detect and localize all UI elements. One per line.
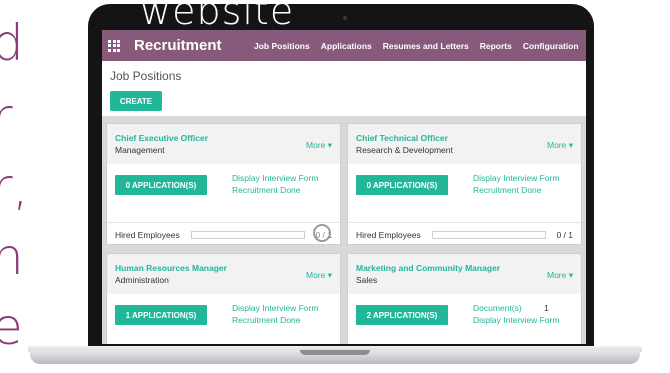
recruitment-done-link[interactable]: Recruitment Done [473, 185, 542, 195]
department: Sales [356, 275, 378, 285]
main-menu: Job Positions Applications Resumes and L… [254, 30, 586, 61]
job-title[interactable]: Human Resources Manager [115, 263, 227, 273]
job-card: Chief Executive Officer Management More … [106, 123, 341, 245]
more-dropdown[interactable]: More ▾ [547, 140, 573, 151]
department: Management [115, 145, 165, 155]
menu-item-reports[interactable]: Reports [480, 41, 512, 51]
recruitment-done-link[interactable]: Recruitment Done [232, 315, 301, 325]
top-navbar: Recruitment Job Positions Applications R… [102, 30, 586, 61]
job-title[interactable]: Chief Executive Officer [115, 133, 208, 143]
side-text-line-4: n [0, 228, 24, 286]
department: Administration [115, 275, 169, 285]
job-title[interactable]: Chief Technical Officer [356, 133, 448, 143]
kanban-view: Chief Executive Officer Management More … [102, 117, 586, 344]
more-dropdown[interactable]: More ▾ [547, 270, 573, 281]
menu-item-applications[interactable]: Applications [321, 41, 372, 51]
control-panel: Job Positions CREATE [102, 61, 586, 117]
display-interview-form-link[interactable]: Display Interview Form [473, 173, 559, 183]
display-interview-form-link[interactable]: Display Interview Form [232, 173, 318, 183]
applications-button[interactable]: 0 APPLICATION(S) [115, 175, 207, 195]
card-header: Marketing and Community Manager Sales Mo… [348, 254, 581, 294]
overlay-heading: website [140, 0, 295, 33]
app-title: Recruitment [134, 37, 222, 54]
side-text-line-1: d [0, 14, 24, 72]
display-interview-form-link[interactable]: Display Interview Form [473, 315, 559, 325]
menu-item-resumes-and-letters[interactable]: Resumes and Letters [383, 41, 469, 51]
menu-item-job-positions[interactable]: Job Positions [254, 41, 310, 51]
card-header: Chief Executive Officer Management More … [107, 124, 340, 164]
hired-progress-bar [191, 231, 305, 239]
applications-button[interactable]: 2 APPLICATION(S) [356, 305, 448, 325]
breadcrumb: Job Positions [110, 69, 182, 83]
hired-employees-label: Hired Employees [356, 230, 421, 240]
job-title[interactable]: Marketing and Community Manager [356, 263, 500, 273]
display-interview-form-link[interactable]: Display Interview Form [232, 303, 318, 313]
documents-count: 1 [544, 303, 549, 313]
side-text-line-5: e [0, 298, 23, 356]
create-button[interactable]: CREATE [110, 91, 162, 111]
laptop-notch [300, 350, 370, 355]
grid-icon[interactable] [108, 39, 120, 52]
hired-employees-row: Hired Employees 0 / 1 [348, 222, 581, 244]
card-header: Human Resources Manager Administration M… [107, 254, 340, 294]
menu-item-configuration[interactable]: Configuration [523, 41, 579, 51]
hired-progress-bar [432, 231, 546, 239]
applications-button[interactable]: 0 APPLICATION(S) [356, 175, 448, 195]
more-dropdown[interactable]: More ▾ [306, 270, 332, 281]
hired-employees-row: Hired Employees 0 / 1 [107, 222, 340, 244]
laptop-screen: Recruitment Job Positions Applications R… [102, 30, 586, 344]
side-text-line-3: r, [0, 158, 29, 216]
recruitment-done-link[interactable]: Recruitment Done [232, 185, 301, 195]
job-card: Marketing and Community Manager Sales Mo… [347, 253, 582, 344]
job-card: Chief Technical Officer Research & Devel… [347, 123, 582, 245]
department: Research & Development [356, 145, 453, 155]
card-header: Chief Technical Officer Research & Devel… [348, 124, 581, 164]
hired-count: 0 / 1 [556, 230, 573, 240]
side-text-line-2: r [0, 88, 13, 146]
more-dropdown[interactable]: More ▾ [306, 140, 332, 151]
documents-link[interactable]: Document(s) [473, 303, 522, 313]
cursor-ring [313, 224, 331, 242]
applications-button[interactable]: 1 APPLICATION(S) [115, 305, 207, 325]
camera-icon [343, 16, 347, 20]
job-card: Human Resources Manager Administration M… [106, 253, 341, 344]
hired-employees-label: Hired Employees [115, 230, 180, 240]
